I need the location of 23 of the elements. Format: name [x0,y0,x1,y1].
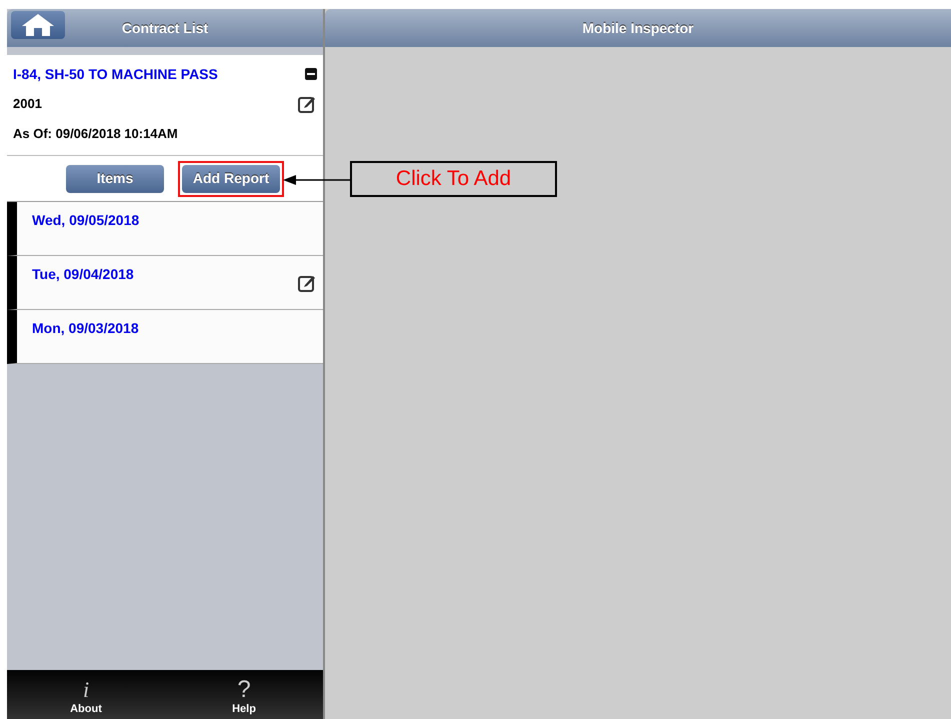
report-row[interactable]: Wed, 09/05/2018 [7,202,323,256]
report-row[interactable]: Tue, 09/04/2018 [7,256,323,310]
toolbar-button[interactable]: Items [66,164,164,192]
about-tab[interactable]: i About [7,670,165,719]
contract-number: 2001 [13,95,42,114]
help-tab[interactable]: ? Help [165,670,323,719]
collapse-icon[interactable] [305,68,317,80]
report-date: Wed, 09/05/2018 [32,211,140,230]
header-title: Mobile Inspector [582,18,694,38]
callout-box: Click To Add [350,161,557,197]
help-icon: ? [237,678,251,702]
info-icon: i [82,678,90,702]
report-date: Tue, 09/04/2018 [32,265,134,284]
home-button[interactable] [11,11,65,39]
report-row[interactable]: Mon, 09/03/2018 [7,310,323,364]
arrow [283,174,351,186]
report-date: Mon, 09/03/2018 [32,319,139,338]
contract-title[interactable]: I-84, SH-50 TO MACHINE PASS [13,64,218,84]
edit-icon[interactable] [297,94,317,114]
toolbar-button[interactable]: Add Report [182,164,280,192]
home-icon [21,13,55,37]
as-of-date: As Of: 09/06/2018 10:14AM [13,125,178,144]
header-title: Contract List [122,18,208,38]
